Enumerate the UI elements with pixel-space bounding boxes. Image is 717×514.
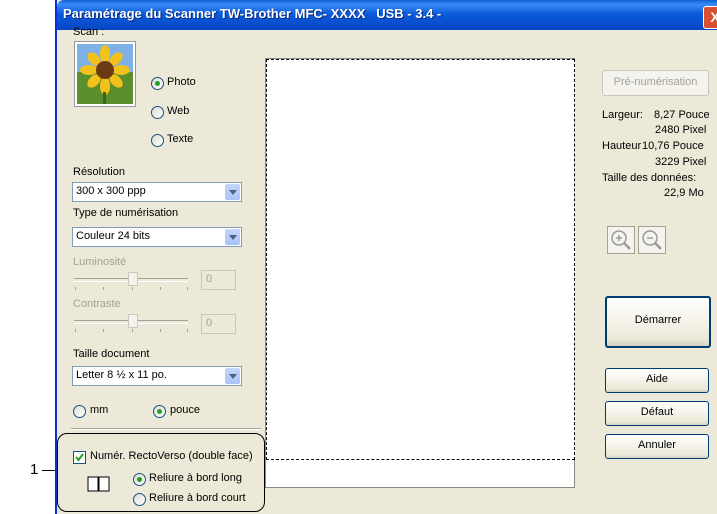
slider-tick [187,287,188,290]
width-inch-value: 8,27 Pouce [654,109,710,121]
help-label: Aide [645,373,669,385]
contrast-value: 0 [206,317,213,329]
width-label: Largeur: [602,109,643,121]
brightness-label: Luminosité [73,256,127,268]
chevron-down-icon[interactable] [225,229,240,245]
start-label: Démarrer [634,314,682,326]
chevron-down-icon[interactable] [225,368,240,384]
doc-size-value: Letter 8 ½ x 11 po. [76,369,167,381]
cancel-label: Annuler [638,439,676,451]
scan-region-selection[interactable] [266,59,575,460]
divider [71,428,261,430]
datasize-label: Taille des données: [602,172,697,184]
close-button[interactable]: X [703,6,717,29]
scan-text-label: Texte [167,133,194,145]
duplex-label: Numér. RectoVerso (double face) [90,450,253,462]
binding-long-label: Reliure à bord long [149,472,242,484]
height-pixel-value: 3229 Pixel [655,156,707,168]
scan-type-select[interactable]: Couleur 24 bits [72,227,242,247]
width-pixel-value: 2480 Pixel [655,124,707,136]
contrast-label: Contraste [73,298,121,310]
slider-tick [187,329,188,332]
binding-short-radio[interactable] [133,493,146,506]
brightness-value: 0 [206,273,213,285]
chevron-down-icon[interactable] [225,184,240,200]
slider-tick [103,329,104,332]
scan-text-radio[interactable] [151,134,164,147]
binding-short-label: Reliure à bord court [149,492,246,504]
contrast-slider-thumb[interactable] [128,314,138,328]
scan-photo-label: Photo [167,76,196,88]
resolution-value: 300 x 300 ppp [76,185,146,197]
height-label: Hauteur [602,140,642,152]
slider-tick [160,329,161,332]
zoom-out-button[interactable] [638,226,666,254]
height-inch-value: 10,76 Pouce [642,140,704,152]
scan-web-radio[interactable] [151,106,164,119]
slider-tick [132,287,133,290]
zoom-out-icon [642,230,662,250]
resolution-label: Résolution [73,166,125,178]
scan-label: Scan : [73,26,105,38]
window-title: Paramétrage du Scanner TW-Brother MFC- X… [63,6,442,21]
book-binding-icon [87,476,111,492]
scan-web-label: Web [167,105,190,117]
unit-inch-label: pouce [170,404,200,416]
zoom-in-icon [611,230,631,250]
brightness-value-box[interactable]: 0 [201,270,236,290]
prescan-button[interactable]: Pré-numérisation [602,70,709,96]
cancel-button[interactable]: Annuler [605,434,709,459]
slider-tick [75,329,76,332]
slider-tick [75,287,76,290]
binding-long-radio[interactable] [133,473,146,486]
scan-photo-radio[interactable] [151,77,164,90]
zoom-in-button[interactable] [607,226,635,254]
default-button[interactable]: Défaut [605,401,709,426]
sunflower-icon [77,44,133,104]
slider-tick [132,329,133,332]
resolution-select[interactable]: 300 x 300 ppp [72,182,242,202]
unit-mm-radio[interactable] [73,405,86,418]
callout-number: 1 [30,461,39,478]
scanner-settings-window: Paramétrage du Scanner TW-Brother MFC- X… [55,0,717,514]
check-icon [75,453,84,462]
slider-tick [103,287,104,290]
start-button[interactable]: Démarrer [605,296,711,348]
default-label: Défaut [640,406,674,418]
scan-type-value: Couleur 24 bits [76,230,150,242]
help-button[interactable]: Aide [605,368,709,393]
unit-mm-label: mm [90,404,109,416]
brightness-slider-thumb[interactable] [128,272,138,286]
contrast-value-box[interactable]: 0 [201,314,236,334]
datasize-value: 22,9 Mo [664,187,704,199]
title-bar[interactable]: Paramétrage du Scanner TW-Brother MFC- X… [57,0,717,30]
doc-size-label: Taille document [73,348,150,360]
slider-tick [160,287,161,290]
doc-size-select[interactable]: Letter 8 ½ x 11 po. [72,366,242,386]
prescan-label: Pré-numérisation [613,76,698,88]
duplex-checkbox[interactable] [73,451,86,464]
scan-type-label: Type de numérisation [73,207,179,219]
unit-inch-radio[interactable] [153,405,166,418]
scan-preview-image [74,41,136,107]
